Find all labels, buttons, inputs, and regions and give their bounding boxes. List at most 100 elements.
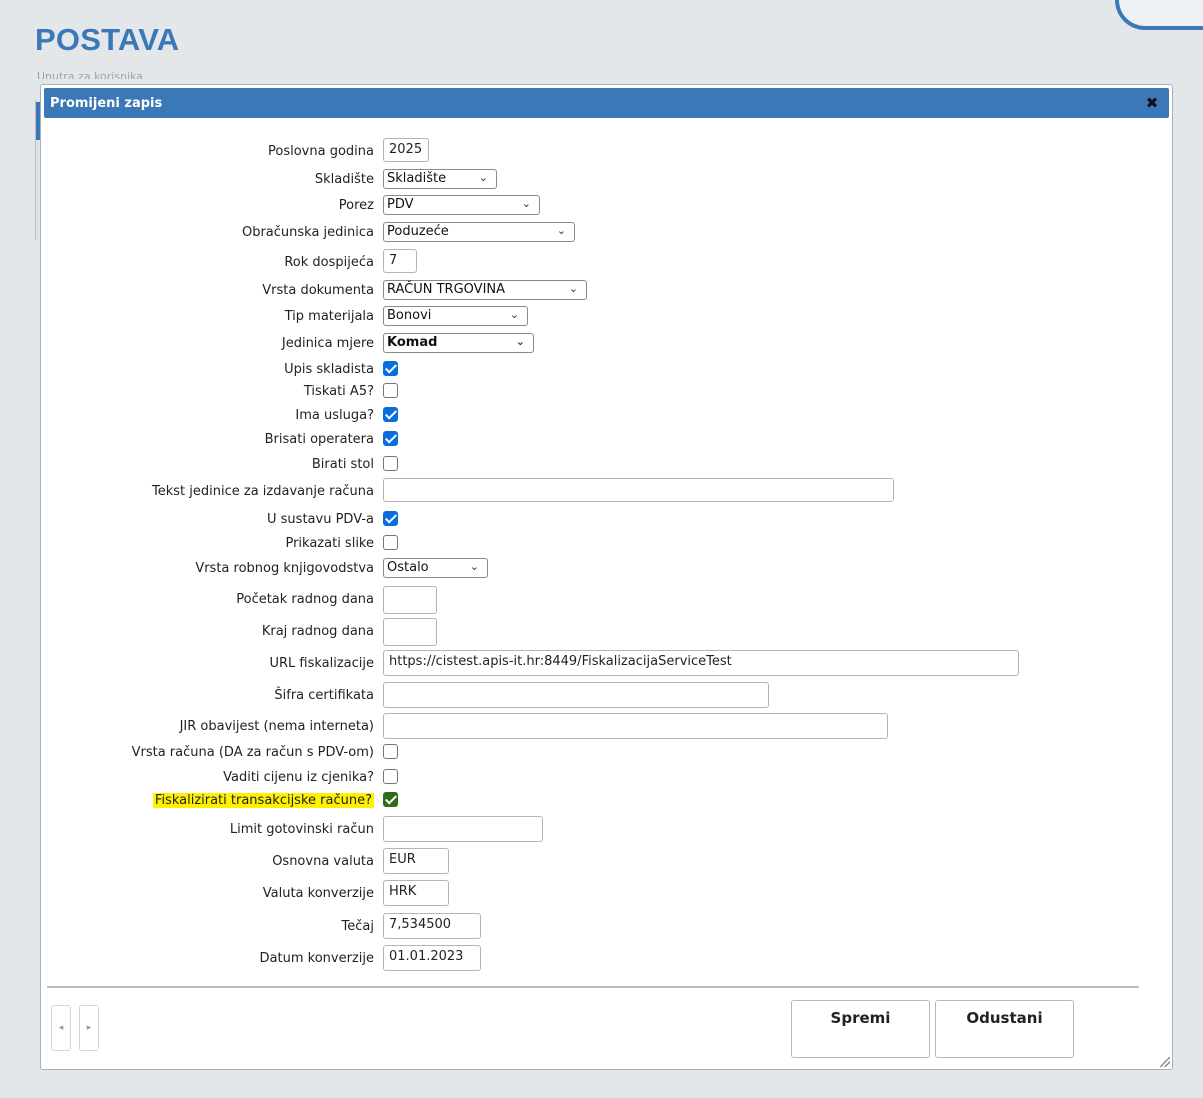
tip-materijala-value: Bonovi [387,308,432,323]
prikazati-slike-checkbox[interactable] [383,535,398,550]
jedinica-mjere-value: Komad [387,335,438,350]
row-jedinica-mjere: Jedinica mjere Komad ⌄ [41,333,1174,355]
label-ima-usluga: Ima usluga? [295,408,374,423]
chevron-down-icon: ⌄ [521,197,531,210]
birati-stol-checkbox[interactable] [383,456,398,471]
fiskalizirati-checkbox[interactable] [383,792,398,807]
row-skladiste: Skladište Skladište ⌄ [41,169,1174,191]
vrsta-robnog-value: Ostalo [387,560,429,575]
brisati-operatera-checkbox[interactable] [383,431,398,446]
label-brisati-operatera: Brisati operatera [264,432,374,447]
tecaj-input[interactable]: 7,534500 [383,913,481,939]
poslovna-godina-input[interactable]: 2025 [383,138,429,162]
label-kraj-radnog-dana: Kraj radnog dana [261,624,374,639]
vrsta-racuna-checkbox[interactable] [383,744,398,759]
chevron-left-icon: ◂ [58,1023,64,1033]
rok-dospijeca-input[interactable]: 7 [383,249,417,273]
vrsta-robnog-select[interactable]: Ostalo ⌄ [383,558,488,578]
kraj-radnog-dana-input[interactable] [383,618,437,646]
label-u-sustavu-pdv: U sustavu PDV-a [267,512,374,527]
pocetak-radnog-dana-input[interactable] [383,586,437,614]
label-prikazati-slike: Prikazati slike [285,536,374,551]
row-prikazati-slike: Prikazati slike [41,533,1174,555]
row-jir-obavijest: JIR obavijest (nema interneta) [41,713,1174,739]
label-poslovna-godina: Poslovna godina [268,144,374,159]
row-poslovna-godina: Poslovna godina 2025 [41,138,1174,163]
label-jedinica-mjere: Jedinica mjere [281,336,374,351]
sifra-certifikata-input[interactable] [383,682,769,708]
label-vrsta-racuna: Vrsta računa (DA za račun s PDV-om) [131,745,374,760]
label-datum-konverzije: Datum konverzije [259,951,374,966]
row-tip-materijala: Tip materijala Bonovi ⌄ [41,306,1174,328]
jedinica-mjere-select[interactable]: Komad ⌄ [383,333,534,353]
chevron-down-icon: ⌄ [469,560,479,573]
next-button[interactable]: ▸ [79,1005,99,1051]
row-limit-gotovinski: Limit gotovinski račun [41,816,1174,842]
tiskati-a5-checkbox[interactable] [383,383,398,398]
label-birati-stol: Birati stol [311,457,374,472]
save-button[interactable]: Spremi [791,1000,930,1058]
chevron-down-icon: ⌄ [478,171,488,184]
porez-value: PDV [387,197,414,212]
vrsta-dokumenta-value: RAČUN TRGOVINA [387,282,506,297]
valuta-konverzije-input[interactable]: HRK [383,880,449,906]
vaditi-cijenu-checkbox[interactable] [383,769,398,784]
row-vrsta-robnog: Vrsta robnog knjigovodstva Ostalo ⌄ [41,558,1174,580]
label-osnovna-valuta: Osnovna valuta [272,854,374,869]
row-obracunska-jedinica: Obračunska jedinica Poduzeće ⌄ [41,222,1174,244]
row-ima-usluga: Ima usluga? [41,405,1174,427]
url-fiskalizacije-input[interactable]: https://cistest.apis-it.hr:8449/Fiskaliz… [383,650,1019,676]
resize-grip-icon[interactable] [1160,1057,1170,1067]
label-obracunska-jedinica: Obračunska jedinica [241,225,374,240]
porez-select[interactable]: PDV ⌄ [383,195,540,215]
label-limit-gotovinski: Limit gotovinski račun [229,822,374,837]
osnovna-valuta-input[interactable]: EUR [383,848,449,874]
row-birati-stol: Birati stol [41,454,1174,476]
dialog-title: Promijeni zapis [50,96,163,111]
chevron-right-icon: ▸ [86,1023,92,1033]
vrsta-dokumenta-select[interactable]: RAČUN TRGOVINA ⌄ [383,280,587,300]
prev-button[interactable]: ◂ [51,1005,71,1051]
label-valuta-konverzije: Valuta konverzije [262,886,374,901]
tekst-jedinice-input[interactable] [383,478,894,502]
label-pocetak-radnog-dana: Početak radnog dana [236,592,374,607]
label-sifra-certifikata: Šifra certifikata [274,688,374,703]
upis-skladista-checkbox[interactable] [383,361,398,376]
close-icon[interactable]: ✖ [1143,94,1161,112]
row-vrsta-dokumenta: Vrsta dokumenta RAČUN TRGOVINA ⌄ [41,280,1174,302]
row-tiskati-a5: Tiskati A5? [41,381,1174,403]
row-fiskalizirati: Fiskalizirati transakcijske račune? [41,790,1174,812]
label-vaditi-cijenu: Vaditi cijenu iz cjenika? [223,770,374,785]
u-sustavu-pdv-checkbox[interactable] [383,511,398,526]
datum-konverzije-input[interactable]: 01.01.2023 [383,945,481,971]
limit-gotovinski-input[interactable] [383,816,543,842]
row-vaditi-cijenu: Vaditi cijenu iz cjenika? [41,767,1174,789]
obracunska-jedinica-select[interactable]: Poduzeće ⌄ [383,222,575,242]
row-rok-dospijeca: Rok dospijeća 7 [41,249,1174,274]
row-tekst-jedinice: Tekst jedinice za izdavanje računa [41,478,1174,503]
label-porez: Porez [338,198,374,213]
row-osnovna-valuta: Osnovna valuta EUR [41,848,1174,874]
row-url-fiskalizacije: URL fiskalizacije https://cistest.apis-i… [41,650,1174,676]
skladiste-value: Skladište [387,171,447,186]
row-vrsta-racuna: Vrsta računa (DA za račun s PDV-om) [41,742,1174,764]
jir-obavijest-input[interactable] [383,713,888,739]
tip-materijala-select[interactable]: Bonovi ⌄ [383,306,528,326]
label-url-fiskalizacije: URL fiskalizacije [269,656,374,671]
row-sifra-certifikata: Šifra certifikata [41,682,1174,708]
label-fiskalizirati: Fiskalizirati transakcijske račune? [152,793,374,808]
row-tecaj: Tečaj 7,534500 [41,913,1174,939]
label-vrsta-robnog: Vrsta robnog knjigovodstva [195,561,374,576]
dialog-header: Promijeni zapis ✖ [44,88,1169,118]
row-brisati-operatera: Brisati operatera [41,429,1174,451]
corner-decoration [1115,0,1203,30]
row-porez: Porez PDV ⌄ [41,195,1174,217]
chevron-down-icon: ⌄ [509,308,519,321]
skladiste-select[interactable]: Skladište ⌄ [383,169,497,189]
label-tecaj: Tečaj [341,919,374,934]
label-upis-skladista: Upis skladista [284,362,374,377]
label-jir-obavijest: JIR obavijest (nema interneta) [179,719,374,734]
ima-usluga-checkbox[interactable] [383,407,398,422]
row-kraj-radnog-dana: Kraj radnog dana [41,618,1174,646]
cancel-button[interactable]: Odustani [935,1000,1074,1058]
